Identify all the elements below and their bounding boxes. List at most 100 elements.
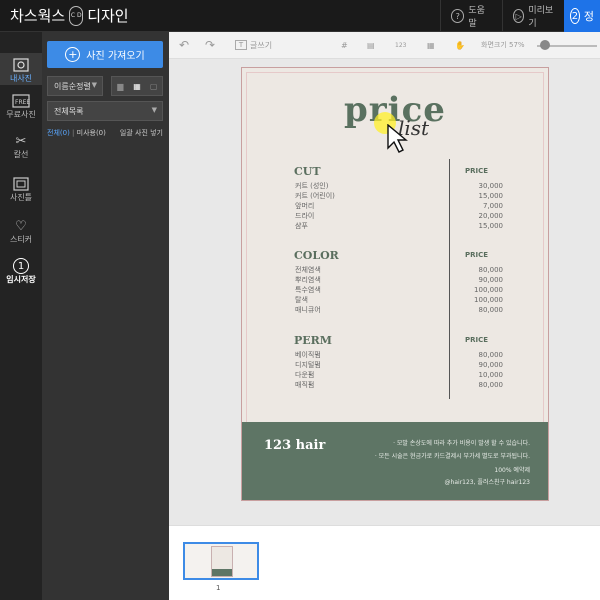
rail-label: 내사진	[9, 74, 33, 83]
menu-price[interactable]: 30,000	[463, 181, 504, 191]
menu-price[interactable]: 100,000	[463, 285, 503, 295]
rail-label: 칼선	[13, 150, 29, 159]
rail-item-free-photos[interactable]: FREE 무료사진	[0, 93, 42, 125]
menu-item[interactable]: 탈색	[295, 295, 308, 305]
frame-icon	[12, 176, 30, 192]
filter-separator: |	[72, 129, 75, 137]
redo-icon[interactable]: ↷	[205, 38, 215, 52]
number-icon[interactable]: 123	[395, 38, 406, 52]
large-view-icon[interactable]: ▢	[145, 77, 162, 95]
hand-icon[interactable]: ✋	[455, 38, 465, 52]
section-title-color[interactable]: COLOR	[294, 249, 339, 262]
menu-item[interactable]: 특수염색	[295, 285, 321, 295]
mouse-cursor-icon	[387, 124, 408, 153]
menu-price[interactable]: 80,000	[463, 265, 504, 275]
menu-price[interactable]: 80,000	[463, 350, 504, 360]
menu-item[interactable]: 앞머리	[295, 201, 314, 211]
view-toggle: ▆ ▦ ▢	[111, 76, 163, 96]
section-title-perm[interactable]: PERM	[294, 334, 332, 347]
footer-note[interactable]: @hair123, 플러스친구 hair123	[445, 477, 530, 486]
footer-note[interactable]: · 모든 시술은 현금가로 카드결제시 부가세 별도로 부과됩니다.	[375, 451, 530, 460]
zoom-slider-knob[interactable]	[540, 40, 550, 50]
menu-item[interactable]: 뿌리염색	[295, 275, 321, 285]
temp-save-icon: 1	[12, 258, 30, 274]
caret-down-icon: ▼	[151, 106, 157, 114]
menu-item[interactable]: 매니큐어	[295, 305, 321, 315]
menu-item[interactable]: 드라이	[295, 211, 314, 221]
brand-name[interactable]: 123 hair	[264, 438, 325, 453]
rail-item-temp-save[interactable]: 1 임시저장	[0, 258, 42, 294]
footer-band[interactable]	[241, 422, 549, 501]
question-icon: ?	[451, 9, 465, 23]
logo-text: 차스웍스	[10, 7, 66, 25]
list-view-icon[interactable]: ▆	[112, 77, 129, 95]
page-thumbnail[interactable]	[183, 542, 259, 580]
price-header[interactable]: PRICE	[465, 167, 488, 175]
menu-price[interactable]: 15,000	[463, 191, 504, 201]
folder-value: 전체목록	[54, 106, 84, 116]
menu-item[interactable]: 전체염색	[295, 265, 321, 275]
filter-all-link[interactable]: 전체(0)	[47, 129, 70, 137]
play-icon: ▷	[513, 9, 525, 23]
photo-icon	[12, 57, 30, 73]
footer-note[interactable]: · 모발 손상도에 따라 추가 비용이 발생 할 수 있습니다.	[393, 438, 530, 447]
menu-item[interactable]: 샴푸	[295, 221, 308, 231]
help-label: 도움말	[468, 6, 485, 29]
plus-icon: +	[65, 47, 81, 62]
menu-price[interactable]: 100,000	[463, 295, 503, 305]
undo-icon[interactable]: ↶	[179, 38, 189, 52]
app-logo[interactable]: 차스웍스 C D 디자인	[10, 5, 129, 26]
step-number: 2	[570, 8, 580, 24]
step-label: 정	[583, 10, 594, 23]
filter-unused-link[interactable]: 미사용(0)	[77, 129, 106, 137]
rail-item-cutline[interactable]: ✂ 칼선	[0, 133, 42, 165]
menu-price[interactable]: 10,000	[463, 370, 504, 380]
rail-item-frame[interactable]: 사진틀	[0, 176, 42, 208]
step-2-button[interactable]: 2 정	[564, 0, 600, 32]
bulk-insert-link[interactable]: 일괄 사진 넣기	[120, 128, 163, 138]
text-box-icon: T	[235, 40, 247, 50]
menu-item[interactable]: 커트 (어린이)	[295, 191, 335, 201]
menu-item[interactable]: 커트 (성인)	[295, 181, 328, 191]
footer-note[interactable]: 100% 예약제	[494, 465, 530, 474]
section-title-cut[interactable]: CUT	[294, 165, 321, 178]
rail-item-sticker[interactable]: ♡ 스티커	[0, 218, 42, 250]
grid-icon[interactable]: ▦	[427, 38, 435, 52]
rail-item-my-photos[interactable]: 내사진	[0, 53, 42, 85]
top-bar: 차스웍스 C D 디자인 ? 도움말 ▷ 미리보기 2 정	[0, 0, 600, 32]
import-photo-button[interactable]: + 사진 가져오기	[47, 41, 163, 68]
svg-text:FREE: FREE	[15, 99, 30, 106]
text-tool-button[interactable]: T 글쓰기	[235, 38, 272, 52]
menu-price[interactable]: 80,000	[463, 380, 504, 390]
menu-price[interactable]: 80,000	[463, 305, 504, 315]
thumbnail-preview	[211, 546, 233, 577]
hashtag-icon[interactable]: #	[341, 38, 348, 52]
price-header[interactable]: PRICE	[465, 251, 488, 259]
menu-item[interactable]: 베이직펌	[295, 350, 321, 360]
menu-item[interactable]: 디지털펌	[295, 360, 321, 370]
preview-label: 미리보기	[528, 6, 554, 29]
zoom-label: 화면크기 57%	[481, 41, 525, 49]
text-tool-label: 글쓰기	[250, 40, 273, 50]
editor-toolbar: ↶ ↷ T 글쓰기 # ▤ 123 ▦ ✋ 화면크기 57%	[169, 32, 600, 59]
grid-view-icon[interactable]: ▦	[129, 77, 146, 95]
menu-item[interactable]: 다운펌	[295, 370, 314, 380]
filter-row: 전체(0) | 미사용(0) 일괄 사진 넣기	[47, 128, 163, 138]
menu-price[interactable]: 90,000	[463, 275, 504, 285]
menu-price[interactable]: 20,000	[463, 211, 504, 221]
column-divider	[449, 159, 450, 399]
menu-price[interactable]: 15,000	[463, 221, 504, 231]
sort-select[interactable]: 이름순정렬 ▼	[47, 76, 103, 96]
align-icon[interactable]: ▤	[367, 38, 375, 52]
menu-item[interactable]: 매직펌	[295, 380, 314, 390]
menu-price[interactable]: 7,000	[463, 201, 503, 211]
rail-label: 스티커	[9, 235, 33, 244]
price-header[interactable]: PRICE	[465, 336, 488, 344]
help-button[interactable]: ? 도움말	[440, 0, 502, 32]
rail-label: 사진틀	[9, 193, 33, 202]
thumbnail-footer	[212, 569, 232, 576]
preview-button[interactable]: ▷ 미리보기	[502, 0, 564, 32]
folder-select[interactable]: 전체목록 ▼	[47, 101, 163, 121]
menu-price[interactable]: 90,000	[463, 360, 504, 370]
rail-label: 무료사진	[6, 110, 36, 119]
